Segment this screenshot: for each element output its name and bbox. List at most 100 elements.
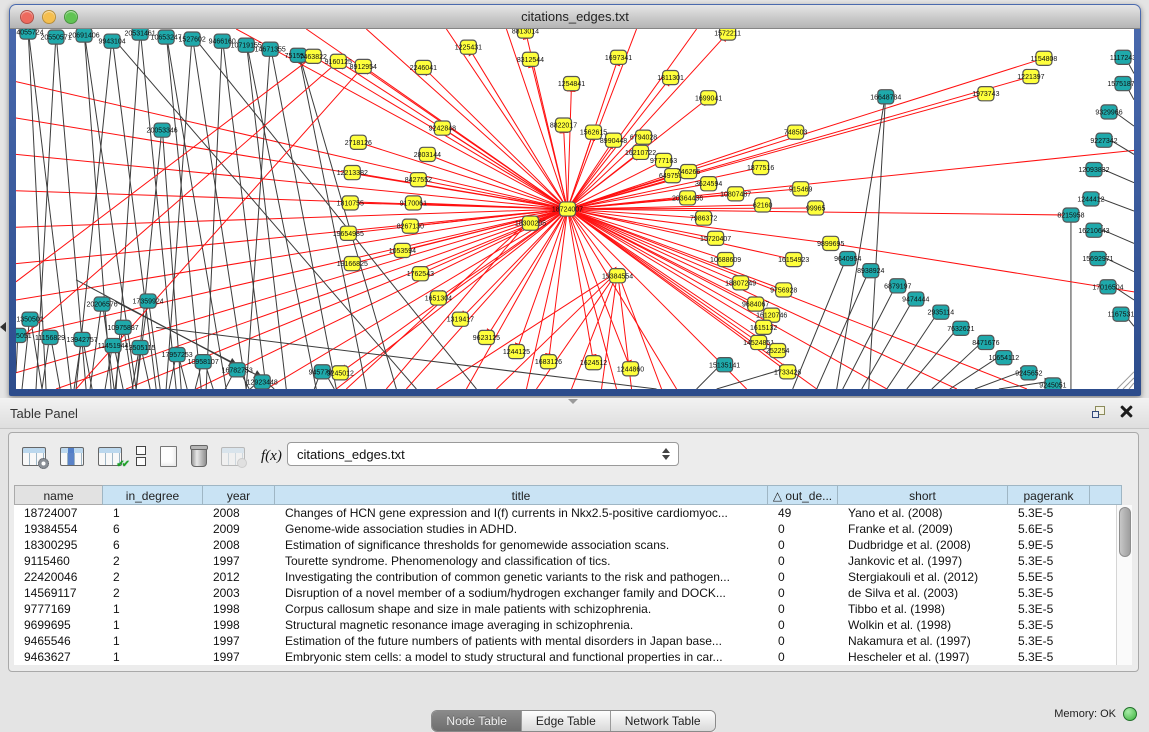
graph-edge[interactable] [16,154,567,209]
table-cell[interactable]: 18724007 [14,505,103,521]
graph-edge[interactable] [340,209,567,373]
window-resize-grip[interactable] [1117,372,1134,389]
table-cell[interactable]: 5.5E-5 [1008,569,1090,585]
table-cell[interactable]: 5.3E-5 [1008,553,1090,569]
graph-edge[interactable] [571,272,617,389]
table-cell[interactable]: Estimation of significance thresholds fo… [275,537,768,553]
merge-tables-icon[interactable] [136,446,146,466]
table-cell[interactable]: 2012 [203,569,275,585]
network-graph[interactable]: 1405572420550571206914069943104205314611… [16,29,1134,389]
table-cell[interactable]: Investigating the contribution of common… [275,569,768,585]
table-settings-icon[interactable] [22,447,46,466]
graph-edge[interactable] [567,84,571,209]
graph-edge[interactable] [446,29,567,209]
table-cell[interactable]: 1997 [203,649,275,665]
table-cell[interactable]: 9115460 [14,553,103,569]
table-cell[interactable]: 0 [768,585,838,601]
graph-edge[interactable] [363,66,567,209]
table-cell[interactable]: 0 [768,649,838,665]
table-cell[interactable]: Disruption of a novel member of a sodium… [275,585,768,601]
column-header-out_de[interactable]: △ out_de... [768,485,838,505]
table-cell[interactable]: 9777169 [14,601,103,617]
memory-status-icon[interactable] [1123,707,1137,721]
graph-edge[interactable] [246,41,316,389]
table-cell[interactable]: 0 [768,537,838,553]
import-table-icon[interactable] [221,447,245,466]
table-cell[interactable]: 5.6E-5 [1008,521,1090,537]
table-cell[interactable]: 22420046 [14,569,103,585]
table-cell[interactable]: 0 [768,633,838,649]
column-header-in_degree[interactable]: in_degree [103,485,203,505]
column-header-title[interactable]: title [275,485,768,505]
table-cell[interactable]: 2003 [203,585,275,601]
table-cell[interactable]: 9699695 [14,617,103,633]
column-header-name[interactable]: name [14,485,103,505]
table-cell[interactable]: 1 [103,617,203,633]
table-scrollbar[interactable] [1116,505,1132,665]
graph-edge[interactable] [156,327,656,389]
table-cell[interactable]: 1997 [203,633,275,649]
window-titlebar[interactable]: citations_edges.txt [10,5,1140,29]
show-columns-icon[interactable] [60,447,84,466]
table-cell[interactable]: Jankovic et al. (1997) [838,553,1008,569]
table-row[interactable]: 977716911998Corpus callosum shape and si… [14,601,1122,617]
table-cell[interactable]: 0 [768,553,838,569]
table-cell[interactable]: Stergiakouli et al. (2012) [838,569,1008,585]
table-row[interactable]: 946554611997Estimation of the future num… [14,633,1122,649]
graph-edge[interactable] [298,51,396,389]
table-row[interactable]: 1456911722003Disruption of a novel membe… [14,585,1122,601]
table-cell[interactable]: 2008 [203,505,275,521]
table-cell[interactable]: Tourette syndrome. Phenomenology and cla… [275,553,768,569]
hide-panel-arrow-icon[interactable] [0,322,6,332]
table-cell[interactable]: 0 [768,521,838,537]
table-row[interactable]: 1938455462009Genome-wide association stu… [14,521,1122,537]
table-cell[interactable]: 0 [768,569,838,585]
table-row[interactable]: 969969511998Structural magnetic resonanc… [14,617,1122,633]
table-cell[interactable]: 1998 [203,617,275,633]
graph-edge[interactable] [567,209,758,342]
table-cell[interactable]: 5.3E-5 [1008,633,1090,649]
table-row[interactable]: 911546021997Tourette syndrome. Phenomeno… [14,553,1122,569]
table-cell[interactable]: de Silva et al. (2003) [838,585,1008,601]
table-cell[interactable]: 0 [768,601,838,617]
graph-edge[interactable] [166,35,192,389]
graph-edge[interactable] [76,280,237,366]
table-cell[interactable]: 6 [103,521,203,537]
network-canvas[interactable]: 1405572420550571206914069943104205314611… [16,29,1134,389]
table-row[interactable]: 1872400712008Changes of HCN gene express… [14,505,1122,521]
table-row[interactable]: 1830029562008Estimation of significance … [14,537,1122,553]
tab-node-table[interactable]: Node Table [432,711,521,731]
graph-edge[interactable] [907,324,961,389]
table-cell[interactable]: 1 [103,505,203,521]
table-cell[interactable]: Embryonic stem cells: a model to study s… [275,649,768,665]
graph-edge[interactable] [16,61,338,342]
table-cell[interactable]: 18300295 [14,537,103,553]
table-cell[interactable]: 5.3E-5 [1008,505,1090,521]
table-row[interactable]: 946362711997Embryonic stem cells: a mode… [14,649,1122,665]
tab-network-table[interactable]: Network Table [610,711,715,731]
table-cell[interactable]: Tibbo et al. (1998) [838,601,1008,617]
table-cell[interactable]: 5.3E-5 [1008,649,1090,665]
table-cell[interactable]: Yano et al. (2008) [838,505,1008,521]
column-header-pagerank[interactable]: pagerank [1008,485,1090,505]
table-cell[interactable]: Corpus callosum shape and size in male p… [275,601,768,617]
tab-edge-table[interactable]: Edge Table [521,711,610,731]
table-cell[interactable]: 5.3E-5 [1008,585,1090,601]
scrollbar-thumb[interactable] [1119,507,1131,557]
table-source-select[interactable]: citations_edges.txt [287,442,679,466]
table-cell[interactable]: 5.9E-5 [1008,537,1090,553]
table-cell[interactable]: Franke et al. (2009) [838,521,1008,537]
panel-drag-handle[interactable] [568,399,578,404]
function-builder-icon[interactable]: f(x) [261,448,282,465]
table-cell[interactable]: Nakamura et al. (1997) [838,633,1008,649]
graph-edge[interactable] [869,93,886,389]
graph-edge[interactable] [16,82,567,209]
table-cell[interactable]: 2008 [203,537,275,553]
select-all-icon[interactable] [98,447,122,466]
graph-edge[interactable] [112,37,156,389]
table-cell[interactable]: 14569117 [14,585,103,601]
table-cell[interactable]: Hescheler et al. (1997) [838,649,1008,665]
table-cell[interactable]: Structural magnetic resonance image aver… [275,617,768,633]
table-row[interactable]: 2242004622012Investigating the contribut… [14,569,1122,585]
table-cell[interactable]: 1 [103,633,203,649]
